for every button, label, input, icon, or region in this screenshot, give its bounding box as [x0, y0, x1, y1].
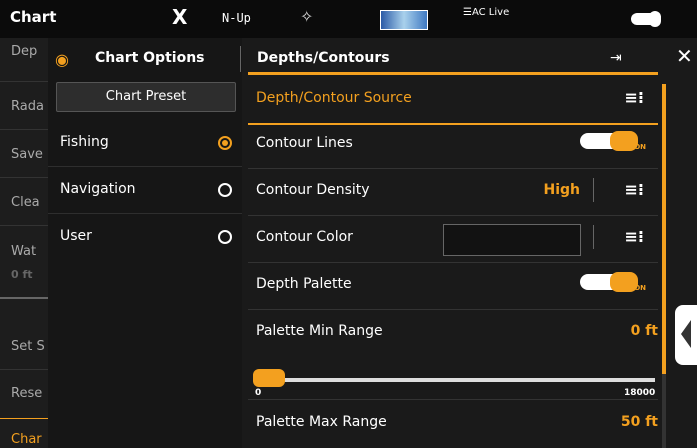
palette-max-value: 50 ft: [620, 414, 658, 430]
ac-live-indicator[interactable]: ☰AC Live: [463, 7, 509, 18]
bg-menu-value: 0 ft: [11, 268, 33, 281]
chart-preset-button[interactable]: Chart Preset: [56, 82, 236, 112]
slider-max-label: 18000: [624, 388, 656, 398]
preset-label: Navigation: [60, 181, 136, 197]
rocket-icon[interactable]: ✧: [300, 7, 313, 26]
bg-menu-item-reset[interactable]: Rese: [11, 386, 48, 401]
palette-max-label: Palette Max Range: [256, 414, 387, 430]
slider-min-label: 0: [255, 388, 262, 398]
palette-min-slider-handle[interactable]: [253, 369, 285, 387]
divider: [593, 178, 594, 202]
exit-icon[interactable]: ⇥: [610, 50, 622, 66]
bg-menu-item-water[interactable]: Wat: [11, 244, 48, 259]
menu-icon[interactable]: ≡⁝: [625, 180, 644, 199]
bg-menu-item-clear[interactable]: Clea: [11, 195, 48, 210]
contour-density-row[interactable]: Contour Density High ≡⁝: [248, 168, 658, 216]
chevron-left-icon[interactable]: [675, 305, 697, 365]
top-bar: [0, 0, 697, 38]
depths-contours-title: Depths/Contours: [257, 50, 390, 66]
depth-palette-label: Depth Palette: [256, 276, 352, 292]
palette-max-range-row[interactable]: Palette Max Range 50 ft: [248, 400, 658, 447]
palette-min-range-row[interactable]: Palette Min Range 0 ft: [248, 309, 658, 400]
app-title: Chart: [10, 8, 57, 26]
bg-menu-item-save[interactable]: Save: [11, 147, 48, 162]
divider: [0, 369, 48, 370]
preset-user[interactable]: User: [48, 214, 242, 260]
preset-navigation[interactable]: Navigation: [48, 167, 242, 214]
contour-density-label: Contour Density: [256, 182, 370, 198]
preset-label: Fishing: [60, 134, 109, 150]
contour-color-label: Contour Color: [256, 229, 353, 245]
divider: [0, 297, 48, 299]
toggle-on-label: ON: [634, 284, 646, 292]
contour-lines-row[interactable]: Contour Lines ON: [248, 121, 658, 169]
contour-density-value: High: [543, 182, 580, 198]
close-panel-button[interactable]: ✕: [676, 44, 693, 68]
depth-palette-toggle[interactable]: [580, 272, 638, 292]
depth-palette-row[interactable]: Depth Palette ON: [248, 262, 658, 310]
preset-fishing[interactable]: Fishing: [48, 120, 242, 167]
toggle-on-label: ON: [634, 143, 646, 151]
bg-menu-item-chart[interactable]: Char: [11, 432, 48, 447]
orientation-indicator[interactable]: N-Up: [222, 11, 251, 25]
radio-icon[interactable]: [218, 183, 232, 197]
divider: [248, 72, 658, 75]
divider: [0, 177, 48, 178]
close-button[interactable]: X: [172, 5, 187, 29]
bg-menu-item-set[interactable]: Set S: [11, 339, 48, 354]
bg-menu-item-depth[interactable]: Dep: [11, 44, 48, 59]
background-menu: Dep Rada Save Clea Wat 0 ft Set S Rese C…: [0, 38, 49, 448]
bg-menu-item-radar[interactable]: Rada: [11, 99, 48, 114]
divider: [0, 225, 48, 226]
contour-lines-toggle[interactable]: [580, 131, 638, 151]
depth-contour-source-row[interactable]: Depth/Contour Source ≡⁝: [248, 76, 658, 125]
contour-lines-label: Contour Lines: [256, 135, 353, 151]
divider: [240, 46, 241, 72]
scrollbar-thumb[interactable]: [662, 84, 666, 374]
ac-live-label: AC Live: [471, 7, 510, 18]
battery-icon: [631, 11, 661, 27]
eye-icon: ◉: [55, 50, 69, 69]
palette-min-label: Palette Min Range: [256, 323, 383, 339]
contour-color-swatch[interactable]: [443, 224, 581, 256]
divider: [0, 81, 48, 82]
menu-icon[interactable]: ≡⁝: [625, 88, 644, 107]
palette-min-value: 0 ft: [630, 323, 658, 339]
source-label: Depth/Contour Source: [256, 90, 412, 106]
preset-label: User: [60, 228, 92, 244]
chart-options-title: Chart Options: [95, 50, 205, 66]
menu-icon[interactable]: ≡⁝: [625, 227, 644, 246]
radio-icon[interactable]: [218, 230, 232, 244]
divider: [0, 129, 48, 130]
divider: [0, 418, 48, 419]
depth-palette-swatch: [380, 10, 428, 30]
divider: [593, 225, 594, 249]
palette-min-slider-track[interactable]: [255, 378, 655, 382]
radio-selected-icon[interactable]: [218, 136, 232, 150]
